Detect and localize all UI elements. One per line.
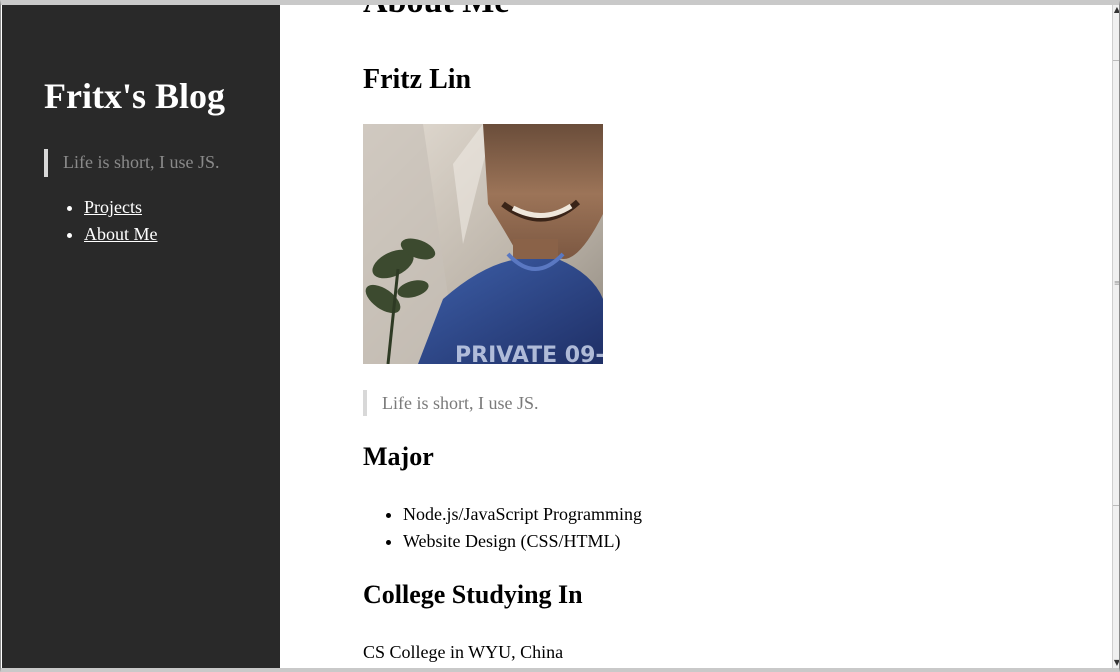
about-quote: Life is short, I use JS. (363, 390, 539, 416)
sidebar: Fritx's Blog Life is short, I use JS. Pr… (2, 5, 280, 668)
list-item: Website Design (CSS/HTML) (403, 528, 642, 555)
scroll-up-arrow-icon[interactable]: ▲ (1113, 5, 1120, 15)
scrollbar-divider (1113, 505, 1120, 506)
scrollbar-divider (1113, 60, 1120, 61)
major-list: Node.js/JavaScript Programming Website D… (363, 501, 642, 555)
scroll-down-arrow-icon[interactable]: ▼ (1113, 658, 1120, 668)
college-heading: College Studying In (363, 580, 583, 609)
major-heading: Major (363, 442, 434, 471)
scroll-grip-icon[interactable]: ≡ (1114, 280, 1120, 289)
author-name-heading: Fritz Lin (363, 64, 472, 95)
about-me-link[interactable]: About Me (84, 224, 158, 244)
projects-link[interactable]: Projects (84, 197, 142, 217)
profile-photo-image: PRIVATE 09-34 (363, 124, 603, 364)
sidebar-item-about-me: About Me (84, 221, 158, 248)
shirt-print-text: PRIVATE 09-34 (455, 343, 603, 364)
college-text: CS College in WYU, China (363, 642, 564, 662)
page-title: About Me (363, 5, 509, 21)
site-title[interactable]: Fritx's Blog (44, 75, 225, 117)
sidebar-nav: Projects About Me (42, 194, 158, 248)
main-content: About Me Fritz Lin (280, 5, 1112, 668)
profile-photo: PRIVATE 09-34 (363, 124, 603, 364)
vertical-scrollbar[interactable]: ▲ ≡ ▼ (1112, 5, 1120, 668)
sidebar-item-projects: Projects (84, 194, 158, 221)
sidebar-tagline: Life is short, I use JS. (44, 149, 220, 177)
list-item: Node.js/JavaScript Programming (403, 501, 642, 528)
